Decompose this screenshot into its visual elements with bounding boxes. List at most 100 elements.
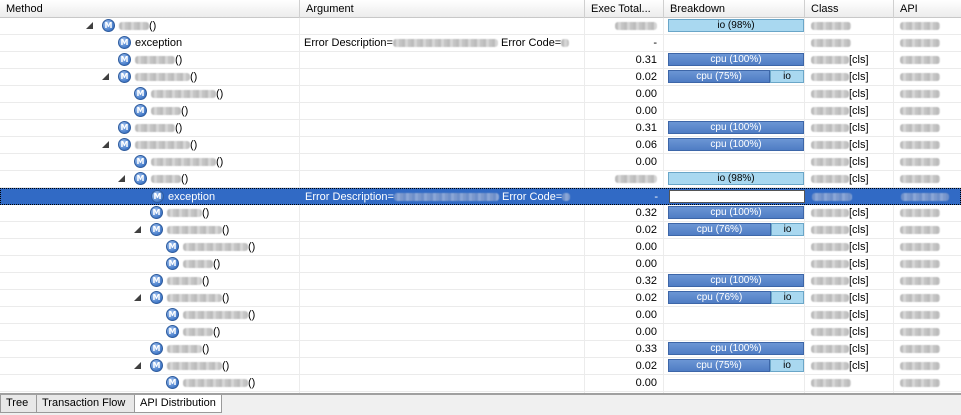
breakdown-cell: cpu (100%)	[664, 52, 804, 68]
table-row[interactable]: M () 0.02 cpu (76%) io [cls]	[0, 222, 961, 239]
exec-total-cell: 0.00	[635, 88, 657, 100]
method-parens: ()	[216, 88, 224, 101]
redacted-class-name	[811, 175, 849, 184]
expand-toggle-icon[interactable]	[102, 141, 109, 148]
method-icon: M	[102, 19, 115, 32]
redacted-method-name	[183, 311, 248, 320]
table-row[interactable]: M () io (98%)	[0, 18, 961, 35]
method-cell: M ()	[0, 375, 299, 391]
table-row[interactable]: M () 0.02 cpu (75%) io [cls]	[0, 69, 961, 86]
column-header-exec-total[interactable]: Exec Total...	[585, 0, 664, 18]
tab-transaction-flow[interactable]: Transaction Flow	[36, 395, 136, 413]
argument-cell	[300, 120, 584, 136]
expand-toggle-icon[interactable]	[134, 294, 141, 301]
method-name: exception	[135, 35, 182, 51]
table-row[interactable]: Mexception Error Description= Error Code=…	[0, 188, 961, 205]
redacted-api-name	[900, 362, 940, 371]
table-row[interactable]: M () 0.00 [cls]	[0, 307, 961, 324]
breakdown-segment-io: io	[770, 359, 804, 372]
exec-total-cell: 0.31	[635, 122, 657, 134]
method-cell: M ()	[0, 239, 299, 255]
method-icon: M	[150, 206, 163, 219]
table-row[interactable]: M () 0.00 [cls]	[0, 239, 961, 256]
redacted-class-name	[811, 379, 851, 388]
api-cell	[894, 341, 961, 357]
method-parens: ()	[202, 343, 210, 356]
method-name: ()	[167, 358, 229, 374]
redacted-class-name	[812, 193, 852, 202]
redacted-exec-total	[615, 175, 657, 184]
argument-cell	[300, 103, 584, 119]
class-cell	[805, 18, 893, 34]
column-header-class[interactable]: Class	[805, 0, 894, 18]
table-row[interactable]: M () 0.06 cpu (100%) [cls]	[0, 137, 961, 154]
redacted-method-name	[183, 328, 213, 337]
breakdown-cell: cpu (100%)	[664, 205, 804, 221]
api-cell	[894, 103, 961, 119]
tab-api-distribution[interactable]: API Distribution	[134, 395, 222, 413]
class-cell: [cls]	[805, 324, 893, 340]
column-header-breakdown[interactable]: Breakdown	[664, 0, 805, 18]
method-parens: ()	[202, 207, 210, 220]
redacted-method-name	[135, 141, 190, 150]
expand-toggle-icon[interactable]	[102, 73, 109, 80]
table-row[interactable]: M () 0.00 [cls]	[0, 86, 961, 103]
class-suffix: [cls]	[849, 224, 869, 236]
argument-cell	[300, 18, 584, 34]
redacted-error-code	[562, 193, 571, 202]
method-cell: M ()	[0, 205, 299, 221]
breakdown-segment-io: io	[771, 291, 804, 304]
table-row[interactable]: M () 0.32 cpu (100%) [cls]	[0, 205, 961, 222]
api-cell	[895, 189, 961, 205]
expand-toggle-icon[interactable]	[86, 22, 93, 29]
column-header-argument[interactable]: Argument	[300, 0, 585, 18]
table-row[interactable]: M () 0.00 [cls]	[0, 324, 961, 341]
method-icon: M	[166, 257, 179, 270]
error-description-label: Error Description=	[304, 37, 393, 49]
redacted-api-name	[900, 56, 940, 65]
breakdown-bar: cpu (100%)	[668, 342, 804, 355]
table-row[interactable]: M () 0.32 cpu (100%) [cls]	[0, 273, 961, 290]
exec-total-cell: 0.02	[635, 224, 657, 236]
table-row[interactable]: M () 0.00 [cls]	[0, 154, 961, 171]
api-cell	[894, 239, 961, 255]
method-cell: M ()	[0, 307, 299, 323]
class-suffix: [cls]	[849, 326, 869, 338]
table-row[interactable]: M () 0.02 cpu (75%) io [cls]	[0, 358, 961, 375]
expand-toggle-icon[interactable]	[134, 362, 141, 369]
table-row[interactable]: M () 0.33 cpu (100%) [cls]	[0, 341, 961, 358]
table-row[interactable]: M () 0.00 [cls]	[0, 103, 961, 120]
method-parens: ()	[190, 139, 198, 152]
table-row[interactable]: M () 0.00 [cls]	[0, 256, 961, 273]
column-header-method[interactable]: Method	[0, 0, 300, 18]
redacted-method-name	[167, 226, 222, 235]
method-name: ()	[119, 18, 156, 34]
method-name: ()	[151, 154, 223, 170]
redacted-api-name	[900, 345, 940, 354]
exec-total-cell: 0.02	[635, 71, 657, 83]
expand-toggle-icon[interactable]	[134, 226, 141, 233]
view-tab-bar: Tree Transaction Flow API Distribution	[0, 394, 961, 415]
redacted-api-name	[900, 141, 940, 150]
redacted-api-name	[900, 107, 940, 116]
table-row[interactable]: Mexception Error Description= Error Code=…	[0, 35, 961, 52]
table-row[interactable]: M () 0.31 cpu (100%) [cls]	[0, 120, 961, 137]
breakdown-segment-cpu: cpu (100%)	[668, 138, 804, 151]
table-row[interactable]: M () 0.02 cpu (76%) io [cls]	[0, 290, 961, 307]
expand-toggle-icon[interactable]	[118, 175, 125, 182]
breakdown-bar: cpu (100%)	[668, 138, 804, 151]
column-header-api[interactable]: API	[894, 0, 961, 18]
argument-cell	[300, 222, 584, 238]
class-cell	[805, 375, 893, 391]
redacted-api-name	[900, 124, 940, 133]
redacted-class-name	[811, 277, 849, 286]
breakdown-cell	[664, 256, 804, 272]
redacted-api-name	[900, 379, 940, 388]
table-row[interactable]: M () io (98%) [cls]	[0, 171, 961, 188]
redacted-api-name	[900, 260, 940, 269]
table-row[interactable]: M () 0.31 cpu (100%) [cls]	[0, 52, 961, 69]
breakdown-bar	[669, 190, 805, 203]
api-cell	[894, 86, 961, 102]
table-row[interactable]: M () 0.00	[0, 375, 961, 392]
tab-tree[interactable]: Tree	[0, 395, 38, 413]
